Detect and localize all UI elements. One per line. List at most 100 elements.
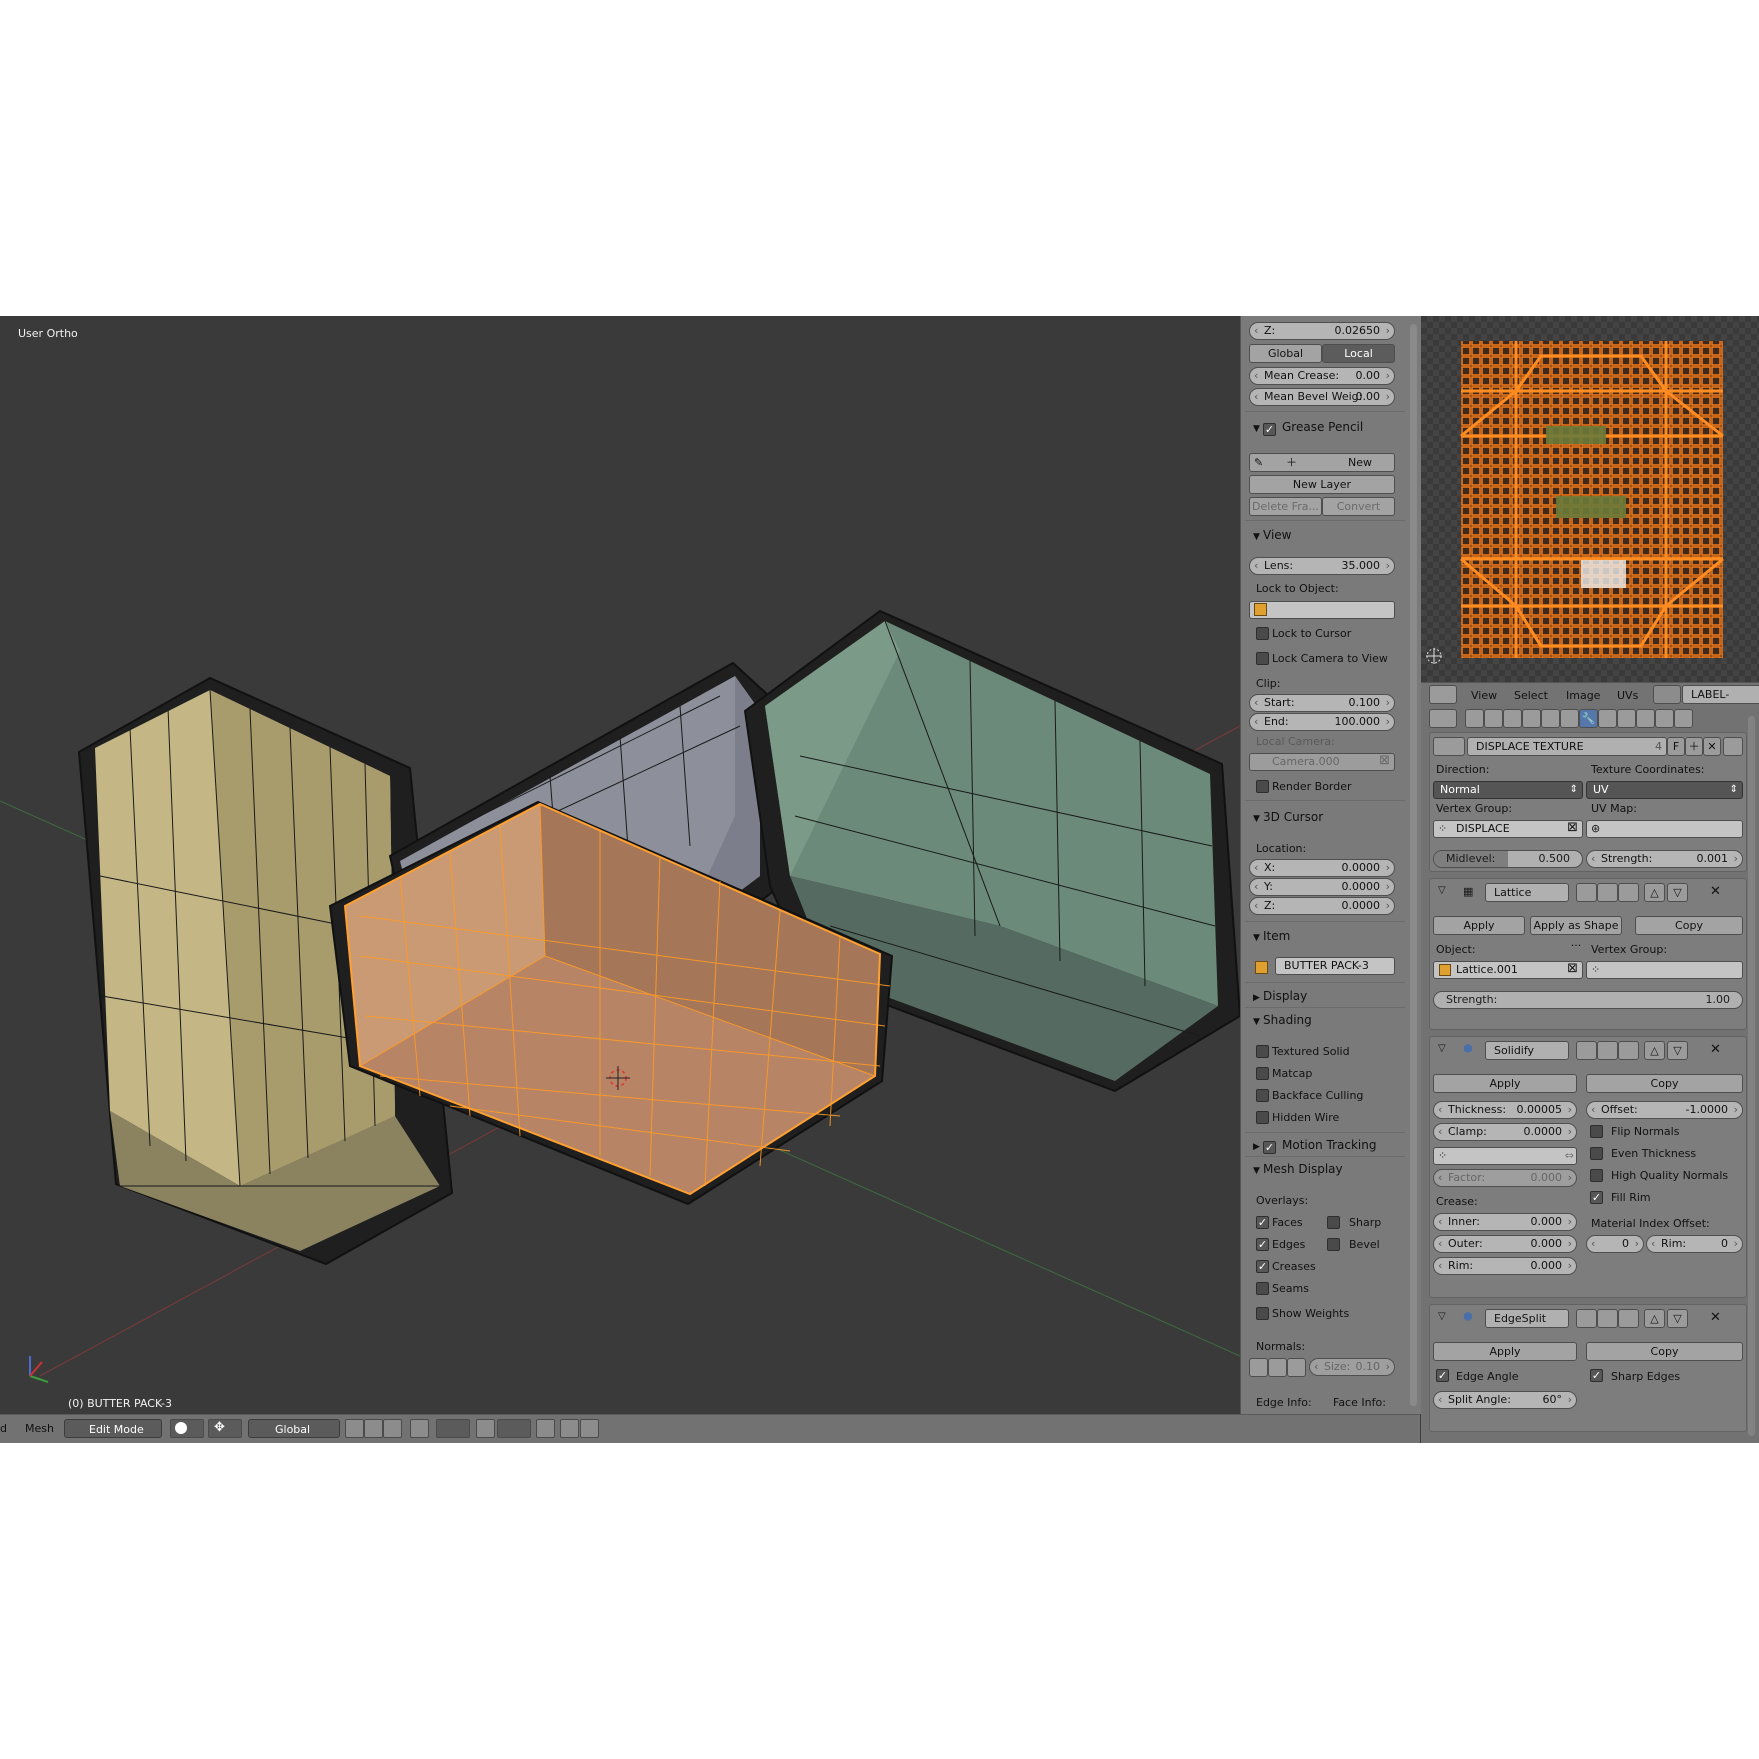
clip-start-field[interactable]: Start: 0.100	[1249, 694, 1395, 712]
sharp-edges-checkbox[interactable]: ✓	[1590, 1369, 1603, 1382]
texture-browse-icon[interactable]	[1433, 737, 1465, 756]
texcoords-select[interactable]: UV	[1586, 781, 1743, 799]
shelf-scrollbar[interactable]	[1410, 324, 1417, 1406]
backface-culling-checkbox[interactable]	[1256, 1089, 1269, 1102]
view-panel-header[interactable]: ▼ View	[1253, 528, 1291, 542]
material-tab-icon[interactable]	[1617, 709, 1636, 728]
opengl-render-icon[interactable]	[536, 1419, 555, 1438]
viewport-toggle-icon[interactable]	[1597, 1309, 1618, 1328]
editor-type-icon[interactable]	[1429, 685, 1457, 704]
face-select-icon[interactable]	[383, 1419, 402, 1438]
solidify-apply-button[interactable]: Apply	[1433, 1074, 1577, 1093]
editmode-toggle-icon[interactable]	[1618, 1041, 1639, 1060]
motion-tracking-header[interactable]: ▶ ✓ Motion Tracking	[1253, 1138, 1376, 1154]
lattice-object-field[interactable]: Lattice.001 ⊠	[1433, 961, 1583, 979]
texture-settings-icon[interactable]	[1723, 737, 1743, 756]
header-clipped-menu[interactable]: d	[0, 1420, 7, 1438]
fill-rim-checkbox[interactable]: ✓	[1590, 1191, 1603, 1204]
lattice-name-field[interactable]: Lattice	[1485, 883, 1569, 902]
cursor-x-field[interactable]: X: 0.0000	[1249, 859, 1395, 877]
median-z-field[interactable]: Z: 0.02650	[1249, 322, 1395, 340]
orientation-selector[interactable]: Global	[248, 1419, 340, 1438]
display-panel-header[interactable]: ▶ Display	[1253, 989, 1307, 1003]
cursor-y-field[interactable]: Y: 0.0000	[1249, 878, 1395, 896]
lock-camera-checkbox[interactable]	[1256, 652, 1269, 665]
collapse-triangle-icon[interactable]: ▽	[1438, 1311, 1446, 1322]
edgesplit-copy-button[interactable]: Copy	[1586, 1342, 1743, 1361]
edge-angle-checkbox[interactable]: ✓	[1436, 1369, 1449, 1382]
thickness-field[interactable]: Thickness: 0.00005	[1433, 1101, 1577, 1119]
normals-size-field[interactable]: Size: 0.10	[1309, 1358, 1395, 1376]
render-layers-tab-icon[interactable]	[1484, 709, 1503, 728]
edgesplit-apply-button[interactable]: Apply	[1433, 1342, 1577, 1361]
edges-checkbox[interactable]: ✓	[1256, 1238, 1269, 1251]
clear-icon[interactable]: ⊠	[1567, 820, 1578, 836]
viewport-shading-selector[interactable]	[170, 1419, 204, 1438]
inner-crease-field[interactable]: Inner: 0.000	[1433, 1213, 1577, 1231]
render-tab-icon[interactable]	[1465, 709, 1484, 728]
new-layer-button[interactable]: New Layer	[1249, 475, 1395, 494]
properties-shelf[interactable]: Z:0.02650 Global Local Mean Crease:0.00 …	[1240, 316, 1421, 1414]
image-browse-icon[interactable]	[1653, 685, 1681, 704]
invert-vgroup-icon[interactable]: ⇔	[1565, 1148, 1574, 1164]
convert-button[interactable]: Convert	[1322, 497, 1395, 516]
uv-select-menu[interactable]: Select	[1514, 687, 1548, 705]
lock-object-field[interactable]	[1249, 601, 1395, 619]
clear-icon[interactable]: ⊠	[1379, 753, 1390, 769]
editmode-toggle-icon[interactable]	[1618, 1309, 1639, 1328]
fake-user-button[interactable]: F	[1667, 737, 1685, 756]
shading-panel-header[interactable]: ▼ Shading	[1253, 1013, 1312, 1027]
solidify-vgroup-field[interactable]: ⁘ ⇔	[1433, 1147, 1577, 1165]
rim-crease-field[interactable]: Rim: 0.000	[1433, 1257, 1577, 1275]
editmode-toggle-icon[interactable]	[1618, 883, 1639, 902]
modifiers-tab-icon[interactable]: 🔧	[1579, 709, 1598, 728]
uv-view-menu[interactable]: View	[1471, 687, 1497, 705]
split-normals-icon[interactable]	[1268, 1358, 1287, 1377]
move-down-icon[interactable]: ▽	[1667, 883, 1688, 902]
grease-pencil-new-button[interactable]: ✎ ＋ New	[1249, 453, 1395, 472]
3d-viewport[interactable]: User Ortho (0) BUTTER PACK-3	[0, 316, 1240, 1414]
mode-selector[interactable]: Edit Mode	[64, 1419, 162, 1438]
snap-element-selector[interactable]	[497, 1419, 531, 1438]
data-tab-icon[interactable]	[1598, 709, 1617, 728]
collapse-triangle-icon[interactable]: ▽	[1438, 1043, 1446, 1054]
edge-select-icon[interactable]	[364, 1419, 383, 1438]
midlevel-slider[interactable]: Midlevel: 0.500	[1433, 850, 1583, 868]
outer-crease-field[interactable]: Outer: 0.000	[1433, 1235, 1577, 1253]
lock-to-cursor-checkbox[interactable]	[1256, 627, 1269, 640]
remove-modifier-icon[interactable]: ✕	[1710, 884, 1721, 899]
viewport-toggle-icon[interactable]	[1597, 1041, 1618, 1060]
sharp-checkbox[interactable]	[1327, 1216, 1340, 1229]
bevel-checkbox[interactable]	[1327, 1238, 1340, 1251]
flip-normals-checkbox[interactable]	[1590, 1125, 1603, 1138]
direction-select[interactable]: Normal	[1433, 781, 1583, 799]
viewport-scene[interactable]	[0, 316, 1240, 1414]
edgesplit-name-field[interactable]: EdgeSplit	[1485, 1309, 1569, 1328]
constraints-tab-icon[interactable]	[1560, 709, 1579, 728]
properties-editor-type-icon[interactable]	[1429, 709, 1457, 728]
move-down-icon[interactable]: ▽	[1667, 1309, 1688, 1328]
collapse-triangle-icon[interactable]: ▽	[1438, 885, 1446, 896]
properties-editor[interactable]: 🔧 DISPLACE TEXTURE 4 F ＋ ✕ Direction: Tex…	[1421, 706, 1759, 1443]
scene-tab-icon[interactable]	[1503, 709, 1522, 728]
uv-canvas[interactable]	[1421, 316, 1759, 682]
grease-pencil-header[interactable]: ▼ ✓ Grease Pencil	[1253, 420, 1363, 436]
creases-checkbox[interactable]: ✓	[1256, 1260, 1269, 1273]
cursor-z-field[interactable]: Z: 0.0000	[1249, 897, 1395, 915]
uv-map-field[interactable]: ⊛	[1586, 820, 1743, 838]
proportional-edit-selector[interactable]	[436, 1419, 470, 1438]
solidify-copy-button[interactable]: Copy	[1586, 1074, 1743, 1093]
strength-field[interactable]: Strength: 0.001	[1586, 850, 1743, 868]
move-down-icon[interactable]: ▽	[1667, 1041, 1688, 1060]
uv-image-menu[interactable]: Image	[1566, 687, 1600, 705]
hq-normals-checkbox[interactable]	[1590, 1169, 1603, 1182]
hidden-wire-checkbox[interactable]	[1256, 1111, 1269, 1124]
render-toggle-icon[interactable]	[1576, 1041, 1597, 1060]
solidify-name-field[interactable]: Solidify	[1485, 1041, 1569, 1060]
pivot-selector[interactable]: ✥	[208, 1419, 242, 1438]
texture-name-field[interactable]: DISPLACE TEXTURE 4	[1467, 737, 1667, 756]
factor-field[interactable]: Factor: 0.000	[1433, 1169, 1577, 1187]
3d-cursor-panel-header[interactable]: ▼ 3D Cursor	[1253, 810, 1323, 824]
textured-solid-checkbox[interactable]	[1256, 1045, 1269, 1058]
lattice-copy-button[interactable]: Copy	[1635, 916, 1743, 935]
